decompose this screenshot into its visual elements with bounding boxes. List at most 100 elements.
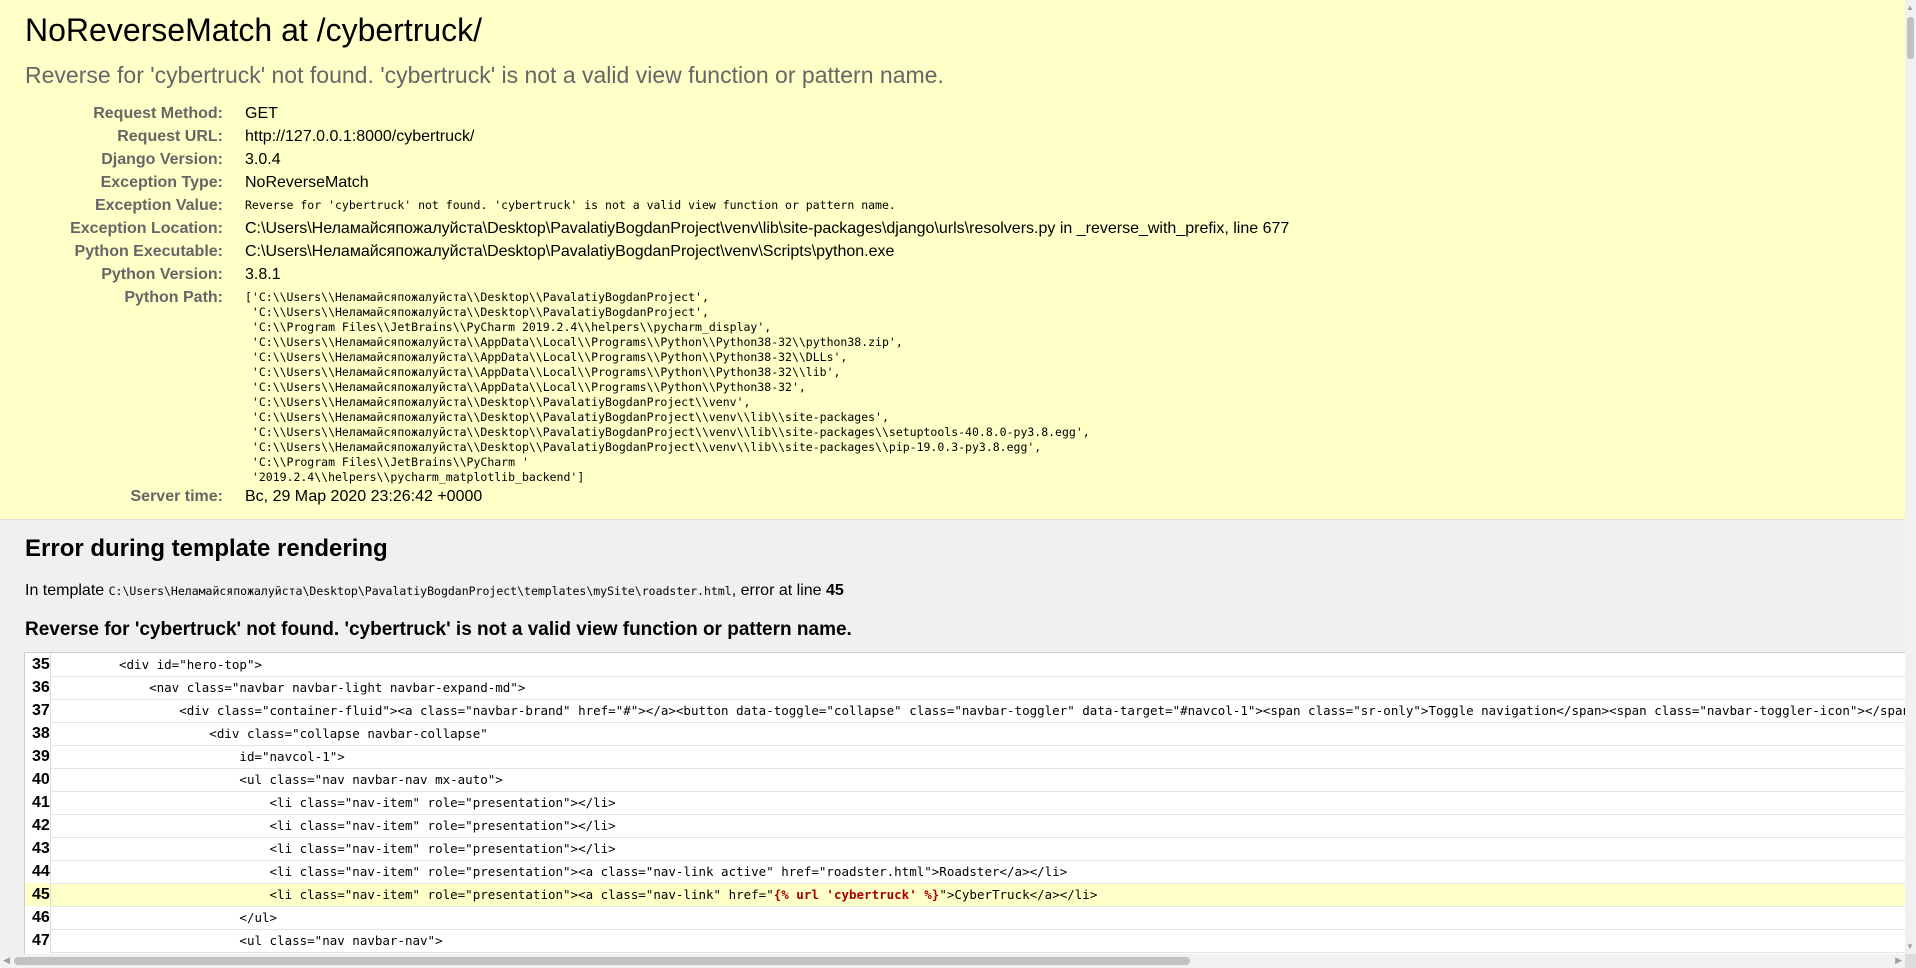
- line-code: <ul class="nav navbar-nav">: [50, 929, 1906, 953]
- meta-label: Python Version:: [101, 266, 223, 283]
- scroll-right-arrow-icon[interactable]: ▶: [1895, 955, 1902, 966]
- meta-value: C:\Users\Неламайсяпожалуйста\Desktop\Pav…: [245, 243, 895, 260]
- meta-value: 3.8.1: [245, 266, 281, 283]
- source-line-error: 45 <li class="nav-item" role="presentati…: [25, 883, 1906, 907]
- python-path-entry: 'C:\\Users\\Неламайсяпожалуйста\\AppData…: [245, 350, 848, 364]
- request-meta-table: Request Method: GET Request URL: http://…: [0, 102, 1289, 508]
- python-path-entry: 'C:\\Users\\Неламайсяпожалуйста\\Desktop…: [245, 425, 1090, 439]
- source-line: 36 <nav class="navbar navbar-light navba…: [25, 676, 1906, 700]
- template-path: C:\Users\Неламайсяпожалуйста\Desktop\Pav…: [108, 584, 732, 598]
- source-line: 46 </ul>: [25, 906, 1906, 930]
- in-template-prefix: In template: [25, 582, 109, 599]
- line-code: </ul>: [50, 906, 1906, 930]
- source-line: 40 <ul class="nav navbar-nav mx-auto">: [25, 768, 1906, 792]
- meta-row: Python Executable: C:\Users\Неламайсяпож…: [0, 240, 1289, 263]
- meta-value: GET: [245, 105, 278, 122]
- template-location: In template C:\Users\Неламайсяпожалуйста…: [25, 582, 844, 600]
- scroll-left-arrow-icon[interactable]: ◀: [3, 955, 10, 966]
- line-code: <li class="nav-item" role="presentation"…: [50, 883, 1906, 907]
- error-line-number: 45: [826, 582, 844, 599]
- meta-row: Server time: Вс, 29 Мар 2020 23:26:42 +0…: [0, 485, 1289, 508]
- template-source-viewer[interactable]: 35 <div id="hero-top"> 36 <nav class="nav…: [24, 652, 1906, 955]
- line-code: <li class="nav-item" role="presentation"…: [50, 814, 1906, 838]
- exception-value: Reverse for 'cybertruck' not found. 'cyb…: [245, 198, 896, 212]
- source-line: 43 <li class="nav-item" role="presentati…: [25, 837, 1906, 861]
- meta-value: 3.0.4: [245, 151, 281, 168]
- line-code: <div id="hero-top">: [50, 653, 1906, 677]
- line-code: <ul class="nav navbar-nav mx-auto">: [50, 768, 1906, 792]
- meta-label: Exception Type:: [100, 174, 223, 191]
- page-title: NoReverseMatch at /cybertruck/: [25, 12, 483, 48]
- meta-row: Exception Location: C:\Users\Неламайсяпо…: [0, 217, 1289, 240]
- python-path-list: ['C:\\Users\\Неламайсяпожалуйста\\Deskto…: [245, 286, 1289, 485]
- meta-label: Exception Value:: [94, 197, 223, 214]
- scrollbar-corner: [1905, 954, 1916, 968]
- horizontal-scrollbar[interactable]: ◀ ▶: [0, 954, 1905, 968]
- meta-label: Request URL:: [117, 128, 223, 145]
- line-number: 46: [25, 906, 51, 929]
- python-path-entry: 'C:\\Users\\Неламайсяпожалуйста\\AppData…: [245, 365, 841, 379]
- scroll-down-arrow-icon[interactable]: ▼: [1906, 942, 1914, 951]
- line-number: 35: [25, 653, 51, 676]
- line-number: 39: [25, 745, 51, 768]
- line-number: 43: [25, 837, 51, 860]
- source-line: 44 <li class="nav-item" role="presentati…: [25, 860, 1906, 884]
- code-after: ">CyberTruck</a></li>: [939, 887, 1098, 902]
- meta-value-cell: Reverse for 'cybertruck' not found. 'cyb…: [235, 194, 1289, 217]
- meta-value: Вс, 29 Мар 2020 23:26:42 +0000: [245, 488, 483, 505]
- line-number: 38: [25, 722, 51, 745]
- python-path-entry: 'C:\\Users\\Неламайсяпожалуйста\\AppData…: [245, 380, 806, 394]
- line-number: 47: [25, 929, 51, 952]
- error-highlight: {% url 'cybertruck' %}: [773, 887, 940, 902]
- meta-row: Request Method: GET: [0, 102, 1289, 125]
- line-number: 40: [25, 768, 51, 791]
- python-path-cell: ['C:\\Users\\Неламайсяпожалуйста\\Deskto…: [235, 286, 1289, 485]
- vertical-scrollbar[interactable]: ▲ ▼: [1905, 0, 1916, 954]
- meta-row: Django Version: 3.0.4: [0, 148, 1289, 171]
- line-code: <li class="nav-item" role="presentation"…: [50, 860, 1906, 884]
- meta-label: Python Path:: [124, 289, 223, 306]
- python-path-entry: 'C:\\Program Files\\JetBrains\\PyCharm 2…: [245, 320, 772, 334]
- python-path-entry: 'C:\\Program Files\\JetBrains\\PyCharm ': [245, 455, 529, 469]
- meta-row: Python Version: 3.8.1: [0, 263, 1289, 286]
- template-section-heading: Error during template rendering: [25, 535, 388, 562]
- meta-row: Request URL: http://127.0.0.1:8000/cyber…: [0, 125, 1289, 148]
- template-error-message: Reverse for 'cybertruck' not found. 'cyb…: [25, 619, 852, 640]
- source-line: 41 <li class="nav-item" role="presentati…: [25, 791, 1906, 815]
- meta-label: Exception Location:: [70, 220, 223, 237]
- python-path-entry: 'C:\\Users\\Неламайсяпожалуйста\\Desktop…: [245, 395, 751, 409]
- line-code: <li class="nav-item" role="presentation"…: [50, 837, 1906, 861]
- error-at-line-text: , error at line: [731, 582, 826, 599]
- meta-label: Server time:: [130, 488, 224, 505]
- line-number: 41: [25, 791, 51, 814]
- scroll-up-arrow-icon[interactable]: ▲: [1906, 3, 1914, 12]
- horizontal-scroll-thumb[interactable]: [14, 957, 1190, 965]
- source-line: 37 <div class="container-fluid"><a class…: [25, 699, 1906, 723]
- source-line: 35 <div id="hero-top">: [25, 653, 1906, 677]
- line-code: <li class="nav-item" role="presentation"…: [50, 791, 1906, 815]
- line-number: 45: [25, 883, 51, 906]
- vertical-scroll-thumb[interactable]: [1907, 17, 1914, 59]
- python-path-entry: 'C:\\Users\\Неламайсяпожалуйста\\AppData…: [245, 335, 903, 349]
- meta-value: NoReverseMatch: [245, 174, 369, 191]
- source-line: 42 <li class="nav-item" role="presentati…: [25, 814, 1906, 838]
- line-code: <div class="container-fluid"><a class="n…: [50, 699, 1906, 723]
- code-before: <li class="nav-item" role="presentation"…: [58, 887, 774, 902]
- line-number: 36: [25, 676, 51, 699]
- python-path-entry: '2019.2.4\\helpers\\pycharm_matplotlib_b…: [245, 470, 585, 484]
- source-line: 47 <ul class="nav navbar-nav">: [25, 929, 1906, 953]
- meta-row: Python Path: ['C:\\Users\\Неламайсяпожал…: [0, 286, 1289, 485]
- python-path-entry: 'C:\\Users\\Неламайсяпожалуйста\\Desktop…: [245, 305, 709, 319]
- line-number: 44: [25, 860, 51, 883]
- exception-message: Reverse for 'cybertruck' not found. 'cyb…: [25, 62, 944, 88]
- meta-row: Exception Type: NoReverseMatch: [0, 171, 1289, 194]
- line-code: <div class="collapse navbar-collapse": [50, 722, 1906, 746]
- error-summary: NoReverseMatch at /cybertruck/ Reverse f…: [0, 0, 1905, 520]
- meta-row: Exception Value: Reverse for 'cybertruck…: [0, 194, 1289, 217]
- line-code: id="navcol-1">: [50, 745, 1906, 769]
- meta-label: Request Method:: [93, 105, 223, 122]
- line-code: <nav class="navbar navbar-light navbar-e…: [50, 676, 1906, 700]
- line-number: 37: [25, 699, 51, 722]
- meta-label: Python Executable:: [74, 243, 223, 260]
- python-path-entry: ['C:\\Users\\Неламайсяпожалуйста\\Deskto…: [245, 290, 709, 304]
